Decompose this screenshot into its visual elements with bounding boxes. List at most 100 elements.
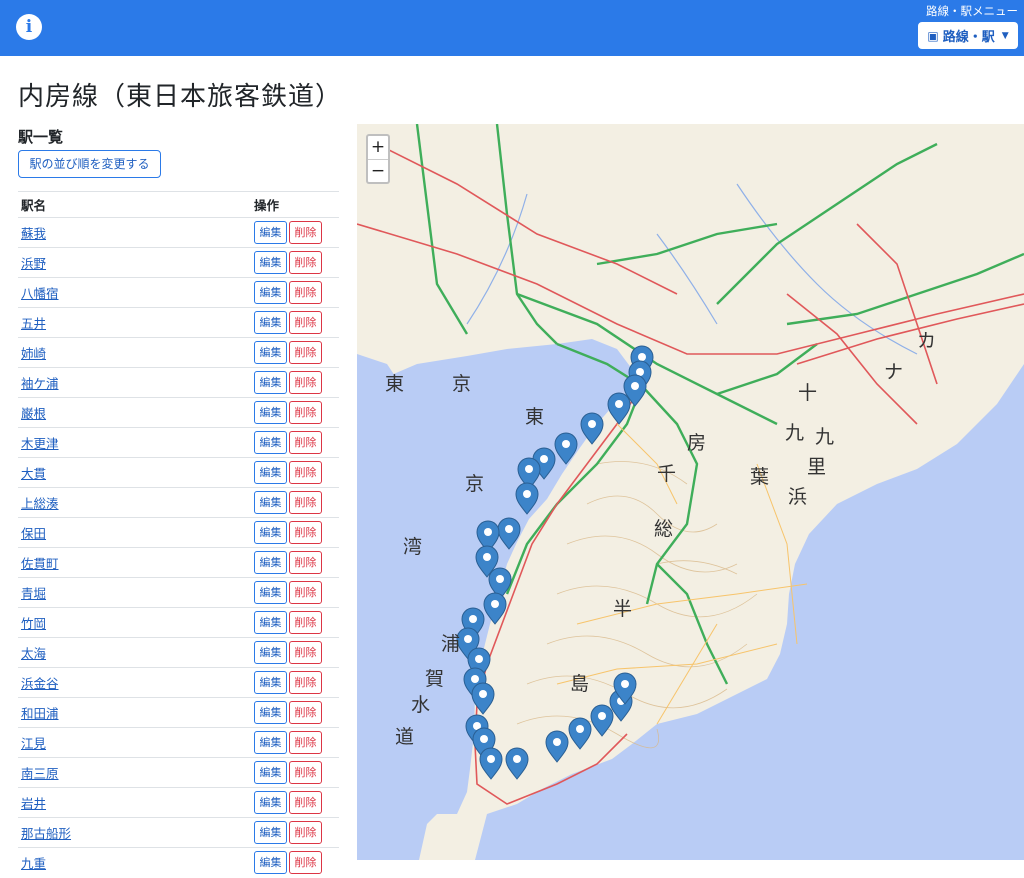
edit-button[interactable]: 編集 xyxy=(254,401,287,424)
delete-button[interactable]: 削除 xyxy=(289,581,322,604)
delete-button[interactable]: 削除 xyxy=(289,341,322,364)
station-link[interactable]: 八幡宿 xyxy=(21,286,59,301)
station-link[interactable]: 青堀 xyxy=(21,586,46,601)
change-order-button[interactable]: 駅の並び順を変更する xyxy=(18,150,161,178)
table-row: 和田浦 編集 削除 xyxy=(18,697,339,728)
delete-button[interactable]: 削除 xyxy=(289,251,322,274)
station-link[interactable]: 岩井 xyxy=(21,796,46,811)
station-link[interactable]: 大貫 xyxy=(21,466,46,481)
station-pin-dot xyxy=(487,755,495,763)
column-header-ops: 操作 xyxy=(251,191,339,218)
delete-button[interactable]: 削除 xyxy=(289,641,322,664)
station-link[interactable]: 九重 xyxy=(21,856,46,871)
station-pin-dot xyxy=(469,615,477,623)
map-view[interactable]: + − 東 京 東 京 湾 浦 賀 水 道 房 千 葉 総 半 島 九 十 九 … xyxy=(357,124,1024,860)
edit-button[interactable]: 編集 xyxy=(254,341,287,364)
edit-button[interactable]: 編集 xyxy=(254,551,287,574)
edit-button[interactable]: 編集 xyxy=(254,461,287,484)
station-ops-cell: 編集 削除 xyxy=(251,577,339,608)
map-label: 湾 xyxy=(403,536,423,558)
delete-button[interactable]: 削除 xyxy=(289,761,322,784)
train-icon: ▣ xyxy=(927,28,939,43)
station-link[interactable]: 五井 xyxy=(21,316,46,331)
station-link[interactable]: 保田 xyxy=(21,526,46,541)
edit-button[interactable]: 編集 xyxy=(254,851,287,875)
map-label: 房 xyxy=(687,432,707,454)
station-ops-cell: 編集 削除 xyxy=(251,637,339,668)
station-link[interactable]: 袖ケ浦 xyxy=(21,376,59,391)
map-label: 九 xyxy=(815,426,835,448)
station-link[interactable]: 木更津 xyxy=(21,436,59,451)
edit-button[interactable]: 編集 xyxy=(254,701,287,724)
delete-button[interactable]: 削除 xyxy=(289,461,322,484)
table-row: 浜金谷 編集 削除 xyxy=(18,667,339,698)
edit-button[interactable]: 編集 xyxy=(254,791,287,814)
delete-button[interactable]: 削除 xyxy=(289,281,322,304)
table-row: 上総湊 編集 削除 xyxy=(18,487,339,518)
edit-button[interactable]: 編集 xyxy=(254,251,287,274)
edit-button[interactable]: 編集 xyxy=(254,611,287,634)
station-ops-cell: 編集 削除 xyxy=(251,607,339,638)
station-link[interactable]: 姉崎 xyxy=(21,346,46,361)
delete-button[interactable]: 削除 xyxy=(289,551,322,574)
edit-button[interactable]: 編集 xyxy=(254,521,287,544)
route-station-dropdown-button[interactable]: ▣ 路線・駅 ▼ xyxy=(918,22,1018,49)
station-ops-cell: 編集 削除 xyxy=(251,277,339,308)
info-icon[interactable]: i xyxy=(16,14,42,40)
delete-button[interactable]: 削除 xyxy=(289,221,322,244)
station-link[interactable]: 蘇我 xyxy=(21,226,46,241)
station-link[interactable]: 竹岡 xyxy=(21,616,46,631)
delete-button[interactable]: 削除 xyxy=(289,671,322,694)
delete-button[interactable]: 削除 xyxy=(289,731,322,754)
station-link[interactable]: 浜野 xyxy=(21,256,46,271)
station-link[interactable]: 那古船形 xyxy=(21,826,71,841)
edit-button[interactable]: 編集 xyxy=(254,581,287,604)
table-row: 江見 編集 削除 xyxy=(18,727,339,758)
zoom-in-button[interactable]: + xyxy=(368,136,388,159)
station-ops-cell: 編集 削除 xyxy=(251,427,339,458)
table-row: 南三原 編集 削除 xyxy=(18,757,339,788)
delete-button[interactable]: 削除 xyxy=(289,431,322,454)
delete-button[interactable]: 削除 xyxy=(289,491,322,514)
station-ops-cell: 編集 削除 xyxy=(251,787,339,818)
station-link[interactable]: 太海 xyxy=(21,646,46,661)
delete-button[interactable]: 削除 xyxy=(289,821,322,844)
edit-button[interactable]: 編集 xyxy=(254,311,287,334)
edit-button[interactable]: 編集 xyxy=(254,641,287,664)
edit-button[interactable]: 編集 xyxy=(254,821,287,844)
delete-button[interactable]: 削除 xyxy=(289,311,322,334)
station-link[interactable]: 浜金谷 xyxy=(21,676,59,691)
station-link[interactable]: 南三原 xyxy=(21,766,59,781)
station-link[interactable]: 上総湊 xyxy=(21,496,59,511)
delete-button[interactable]: 削除 xyxy=(289,791,322,814)
zoom-out-button[interactable]: − xyxy=(368,159,388,182)
delete-button[interactable]: 削除 xyxy=(289,371,322,394)
edit-button[interactable]: 編集 xyxy=(254,491,287,514)
table-row: 姉崎 編集 削除 xyxy=(18,337,339,368)
edit-button[interactable]: 編集 xyxy=(254,431,287,454)
column-header-name: 駅名 xyxy=(18,191,251,218)
edit-button[interactable]: 編集 xyxy=(254,671,287,694)
station-link[interactable]: 佐貫町 xyxy=(21,556,59,571)
delete-button[interactable]: 削除 xyxy=(289,851,322,875)
station-name-cell: 五井 xyxy=(18,307,251,338)
delete-button[interactable]: 削除 xyxy=(289,611,322,634)
delete-button[interactable]: 削除 xyxy=(289,521,322,544)
station-name-cell: 竹岡 xyxy=(18,607,251,638)
edit-button[interactable]: 編集 xyxy=(254,731,287,754)
station-ops-cell: 編集 削除 xyxy=(251,817,339,848)
edit-button[interactable]: 編集 xyxy=(254,371,287,394)
map-label: カ xyxy=(917,330,937,352)
station-ops-cell: 編集 削除 xyxy=(251,727,339,758)
station-link[interactable]: 巌根 xyxy=(21,406,46,421)
station-link[interactable]: 江見 xyxy=(21,736,46,751)
edit-button[interactable]: 編集 xyxy=(254,221,287,244)
station-pin-dot xyxy=(615,400,623,408)
map-canvas[interactable] xyxy=(357,124,1024,860)
delete-button[interactable]: 削除 xyxy=(289,401,322,424)
station-link[interactable]: 和田浦 xyxy=(21,706,59,721)
edit-button[interactable]: 編集 xyxy=(254,281,287,304)
delete-button[interactable]: 削除 xyxy=(289,701,322,724)
edit-button[interactable]: 編集 xyxy=(254,761,287,784)
table-row: 木更津 編集 削除 xyxy=(18,427,339,458)
